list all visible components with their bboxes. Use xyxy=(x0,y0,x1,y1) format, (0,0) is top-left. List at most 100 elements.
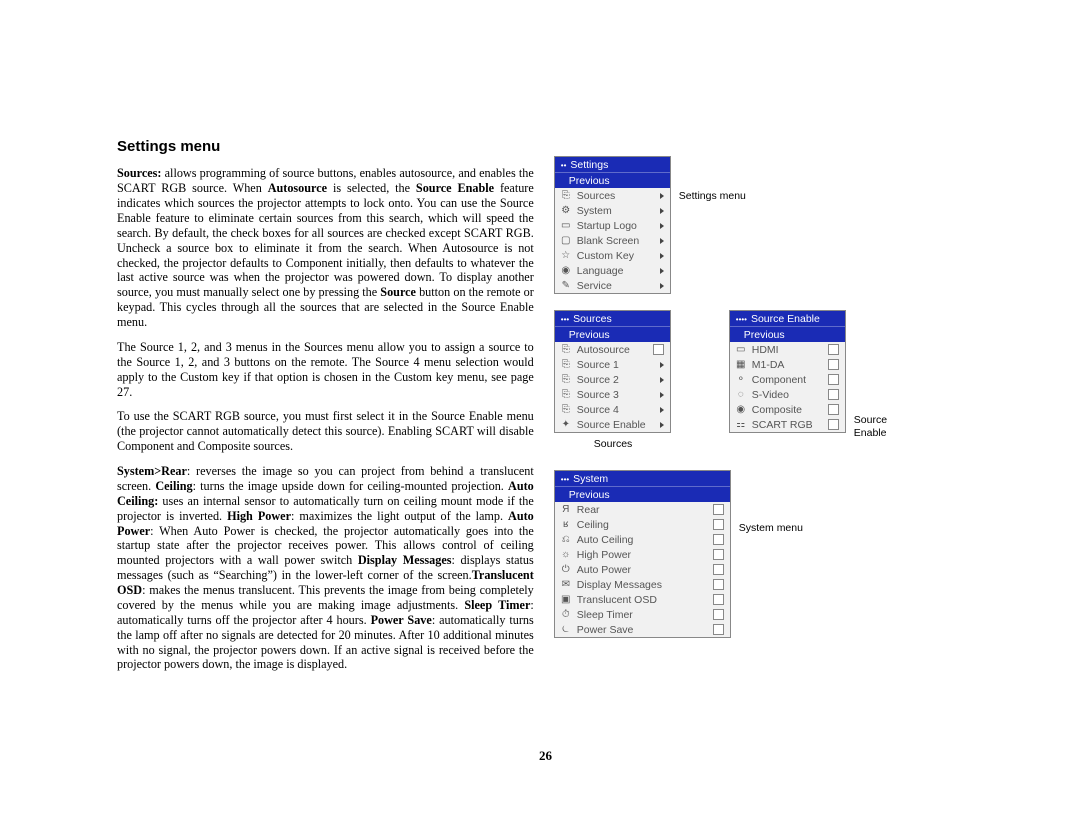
menu-title: Sources xyxy=(555,311,670,326)
menu-item[interactable]: ✎Service xyxy=(555,278,670,293)
menu-item[interactable]: ⎘Source 1 xyxy=(555,357,670,372)
row-label: S-Video xyxy=(752,389,828,401)
row-label: Display Messages xyxy=(577,579,713,591)
figure-label-system: System menu xyxy=(739,522,803,535)
row-icon: ⏾ xyxy=(559,624,573,636)
checkbox[interactable] xyxy=(713,549,724,560)
chevron-right-icon xyxy=(660,392,664,398)
checkbox[interactable] xyxy=(713,609,724,620)
menu-title: Settings xyxy=(555,157,670,172)
menu-item[interactable]: ◉ Language xyxy=(555,263,670,278)
chevron-right-icon xyxy=(660,422,664,428)
menu-item[interactable]: ✉Display Messages xyxy=(555,577,730,592)
paragraph-scart: To use the SCART RGB source, you must fi… xyxy=(117,409,534,454)
row-label: Sleep Timer xyxy=(577,609,713,621)
menu-previous[interactable]: Previous xyxy=(555,486,730,502)
row-icon: ▣ xyxy=(559,594,573,606)
menu-previous[interactable]: Previous xyxy=(730,326,845,342)
menu-item[interactable]: ✦Source Enable xyxy=(555,417,670,432)
row-label: Source 1 xyxy=(577,359,660,371)
chevron-right-icon xyxy=(660,208,664,214)
checkbox[interactable] xyxy=(713,594,724,605)
checkbox[interactable] xyxy=(828,389,839,400)
checkbox[interactable] xyxy=(713,579,724,590)
row-label: Composite xyxy=(752,404,828,416)
row-label: Ceiling xyxy=(577,519,713,531)
chevron-right-icon xyxy=(660,377,664,383)
checkbox[interactable] xyxy=(653,344,664,355)
row-label: Source 2 xyxy=(577,374,660,386)
row-label: Language xyxy=(577,265,660,277)
menu-item[interactable]: ☼ High Power xyxy=(555,547,730,562)
row-label: Auto Ceiling xyxy=(577,534,713,546)
menu-item[interactable]: ▢Blank Screen xyxy=(555,233,670,248)
menu-item[interactable]: ⎘Autosource xyxy=(555,342,670,357)
row-label: System xyxy=(577,205,660,217)
checkbox[interactable] xyxy=(828,374,839,385)
row-label: HDMI xyxy=(752,344,828,356)
menu-item[interactable]: ⎘Sources xyxy=(555,188,670,203)
paragraph-sources: Sources: allows programming of source bu… xyxy=(117,166,534,330)
row-icon: ◉ xyxy=(559,265,573,277)
row-icon: ⎘ xyxy=(559,404,573,416)
row-icon: ⚏ xyxy=(734,419,748,431)
checkbox[interactable] xyxy=(713,564,724,575)
checkbox[interactable] xyxy=(713,504,724,515)
paragraph-source-buttons: The Source 1, 2, and 3 menus in the Sour… xyxy=(117,340,534,400)
menu-item[interactable]: ◉Composite xyxy=(730,402,845,417)
page-number: 26 xyxy=(539,748,552,764)
row-label: High Power xyxy=(577,549,713,561)
menu-item[interactable]: ⏾Power Save xyxy=(555,622,730,637)
menu-previous[interactable]: Previous xyxy=(555,326,670,342)
menu-item[interactable]: ▭ HDMI xyxy=(730,342,845,357)
row-label: Source 4 xyxy=(577,404,660,416)
menu-item[interactable]: ⎘Source 2 xyxy=(555,372,670,387)
system-menu-widget: SystemPreviousЯRearʁCeiling⎌Auto Ceiling… xyxy=(554,470,731,638)
menu-item[interactable]: ▭Startup Logo xyxy=(555,218,670,233)
menu-item[interactable]: ⚏ SCART RGB xyxy=(730,417,845,432)
row-icon: ⎌ xyxy=(559,534,573,546)
menu-item[interactable]: ⎘ Source 4 xyxy=(555,402,670,417)
page-title: Settings menu xyxy=(117,138,534,156)
menu-item[interactable]: ⚙System xyxy=(555,203,670,218)
row-icon: ☼ xyxy=(559,549,573,561)
row-icon: ✦ xyxy=(559,419,573,431)
checkbox[interactable] xyxy=(713,519,724,530)
row-icon: ▭ xyxy=(734,344,748,356)
menu-item[interactable]: ʁCeiling xyxy=(555,517,730,532)
row-label: Service xyxy=(577,280,660,292)
row-label: SCART RGB xyxy=(752,419,828,431)
row-icon: ▦ xyxy=(734,359,748,371)
row-label: Custom Key xyxy=(577,250,660,262)
checkbox[interactable] xyxy=(713,624,724,635)
menu-item[interactable]: ◌S-Video xyxy=(730,387,845,402)
menu-item[interactable]: ⎌ Auto Ceiling xyxy=(555,532,730,547)
checkbox[interactable] xyxy=(828,344,839,355)
row-label: Startup Logo xyxy=(577,220,660,232)
checkbox[interactable] xyxy=(713,534,724,545)
row-icon: ☆ xyxy=(559,250,573,262)
row-label: Blank Screen xyxy=(577,235,660,247)
menu-item[interactable]: ☆ Custom Key xyxy=(555,248,670,263)
text-column: Settings menu Sources: allows programmin… xyxy=(117,138,534,682)
menu-item[interactable]: ⏻Auto Power xyxy=(555,562,730,577)
menu-title: Source Enable xyxy=(730,311,845,326)
menu-item[interactable]: ▦M1-DA xyxy=(730,357,845,372)
row-icon: ⎘ xyxy=(559,389,573,401)
checkbox[interactable] xyxy=(828,359,839,370)
checkbox[interactable] xyxy=(828,404,839,415)
figure-label-source-enable: SourceEnable xyxy=(854,414,887,439)
menu-item[interactable]: ⎘Source 3 xyxy=(555,387,670,402)
row-icon: Я xyxy=(559,504,573,516)
menu-item[interactable]: ▣Translucent OSD xyxy=(555,592,730,607)
figure-label-sources: Sources xyxy=(594,438,633,451)
chevron-right-icon xyxy=(660,193,664,199)
chevron-right-icon xyxy=(660,223,664,229)
menu-previous[interactable]: Previous xyxy=(555,172,670,188)
menu-item[interactable]: ⏱Sleep Timer xyxy=(555,607,730,622)
menu-item[interactable]: ⚬Component xyxy=(730,372,845,387)
checkbox[interactable] xyxy=(828,419,839,430)
row-label: Rear xyxy=(577,504,713,516)
row-icon: ⏻ xyxy=(559,564,573,576)
menu-item[interactable]: Я Rear xyxy=(555,502,730,517)
